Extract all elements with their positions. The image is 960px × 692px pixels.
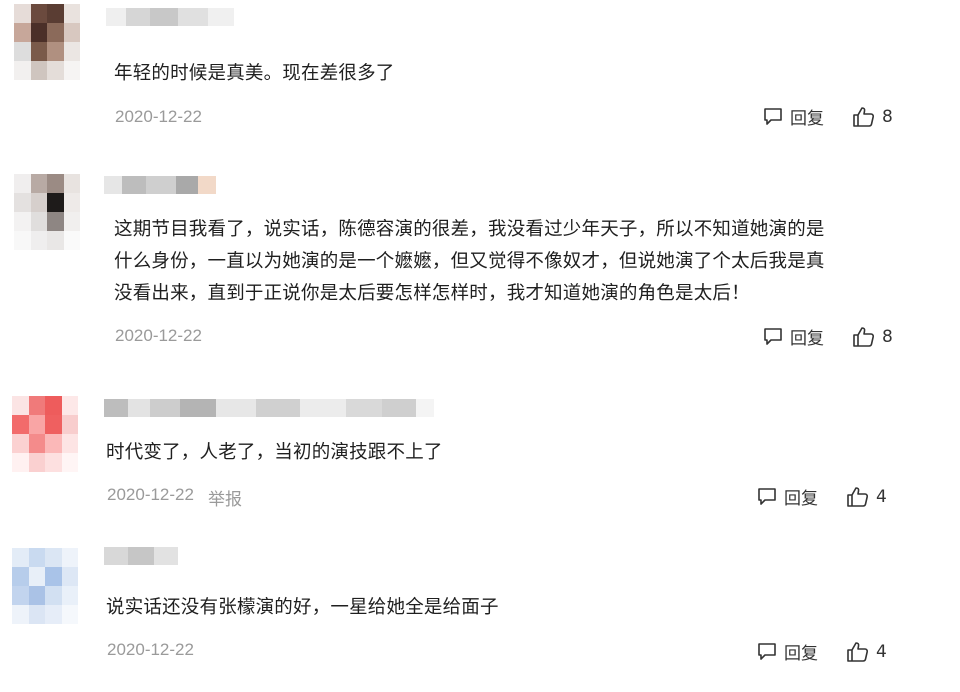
comment-text: 时代变了，人老了，当初的演技跟不上了 xyxy=(106,442,443,463)
reply-button[interactable]: 回复 xyxy=(756,639,818,664)
username[interactable] xyxy=(104,399,434,417)
comment-date: 2020-12-22 xyxy=(107,485,194,504)
comment-bubble-icon xyxy=(762,106,784,128)
comment-actions: 回复 4 xyxy=(756,484,887,509)
report-link[interactable]: 举报 xyxy=(208,485,242,510)
reply-label: 回复 xyxy=(784,489,818,509)
like-button[interactable]: 8 xyxy=(852,326,893,348)
reply-button[interactable]: 回复 xyxy=(762,324,824,349)
like-button[interactable]: 4 xyxy=(846,486,887,508)
comment-meta: 2020-12-22 xyxy=(107,640,194,660)
thumbs-up-icon xyxy=(846,641,870,663)
avatar[interactable] xyxy=(12,396,78,472)
thumbs-up-icon xyxy=(852,106,876,128)
reply-button[interactable]: 回复 xyxy=(756,484,818,509)
thumbs-up-icon xyxy=(846,486,870,508)
like-count: 8 xyxy=(882,106,893,127)
comment-text: 年轻的时候是真美。现在差很多了 xyxy=(114,63,395,84)
reply-label: 回复 xyxy=(790,109,824,129)
reply-button[interactable]: 回复 xyxy=(762,104,824,129)
avatar[interactable] xyxy=(14,174,80,250)
reply-label: 回复 xyxy=(784,644,818,664)
like-count: 4 xyxy=(876,641,887,662)
comment-actions: 回复 8 xyxy=(762,324,893,349)
comment-bubble-icon xyxy=(756,486,778,508)
comment-meta: 2020-12-22 举报 xyxy=(107,485,242,510)
like-count: 8 xyxy=(882,326,893,347)
comment-text: 这期节目我看了，说实话，陈德容演的很差，我没看过少年天子，所以不知道她演的是 什… xyxy=(114,219,825,304)
comment-meta: 2020-12-22 xyxy=(115,326,202,346)
avatar[interactable] xyxy=(14,4,80,80)
username[interactable] xyxy=(104,176,216,194)
comment-date: 2020-12-22 xyxy=(107,640,194,659)
comment-actions: 回复 4 xyxy=(756,639,887,664)
comment-meta: 2020-12-22 xyxy=(115,107,202,127)
like-button[interactable]: 4 xyxy=(846,641,887,663)
reply-label: 回复 xyxy=(790,329,824,349)
comment-actions: 回复 8 xyxy=(762,104,893,129)
like-button[interactable]: 8 xyxy=(852,106,893,128)
avatar[interactable] xyxy=(12,548,78,624)
username[interactable] xyxy=(106,8,234,26)
comment-text: 说实话还没有张檬演的好，一星给她全是给面子 xyxy=(106,597,499,618)
comment-date: 2020-12-22 xyxy=(115,107,202,126)
comment-date: 2020-12-22 xyxy=(115,326,202,345)
like-count: 4 xyxy=(876,486,887,507)
comment-bubble-icon xyxy=(756,641,778,663)
username[interactable] xyxy=(104,547,178,565)
comment-bubble-icon xyxy=(762,326,784,348)
thumbs-up-icon xyxy=(852,326,876,348)
